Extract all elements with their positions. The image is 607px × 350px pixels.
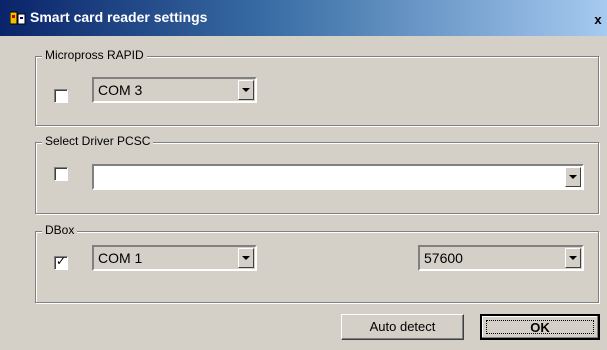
checkmark-icon: ✓ bbox=[56, 254, 67, 268]
auto-detect-button[interactable]: Auto detect bbox=[341, 314, 464, 340]
chevron-down-icon[interactable] bbox=[238, 80, 254, 100]
window-title: Smart card reader settings bbox=[30, 9, 208, 25]
group-label-dbox: DBox bbox=[42, 223, 78, 237]
chevron-down-icon[interactable] bbox=[238, 248, 254, 268]
ok-button[interactable]: OK bbox=[480, 314, 600, 340]
chevron-down-icon[interactable] bbox=[565, 248, 581, 268]
title-bar[interactable]: Smart card reader settings x bbox=[0, 0, 607, 36]
chevron-down-icon[interactable] bbox=[565, 167, 581, 187]
dbox-baud-value: 57600 bbox=[424, 250, 463, 266]
dbox-port-select[interactable]: COM 1 bbox=[92, 245, 257, 271]
dbox-port-value: COM 1 bbox=[98, 250, 143, 266]
micropross-port-value: COM 3 bbox=[98, 82, 143, 98]
group-label-pcsc: Select Driver PCSC bbox=[42, 134, 154, 148]
group-label-micropross: Micropross RAPID bbox=[42, 48, 147, 62]
dialog-window: Smart card reader settings x Micropross … bbox=[0, 0, 607, 350]
card-reader-icon bbox=[9, 10, 26, 26]
close-icon[interactable]: x bbox=[589, 12, 607, 28]
dbox-checkbox[interactable]: ✓ bbox=[54, 254, 68, 270]
micropross-port-select[interactable]: COM 3 bbox=[92, 77, 257, 103]
pcsc-driver-select[interactable] bbox=[92, 164, 584, 190]
micropross-checkbox[interactable] bbox=[54, 89, 68, 103]
dbox-baud-select[interactable]: 57600 bbox=[418, 245, 584, 271]
pcsc-checkbox[interactable] bbox=[54, 167, 68, 181]
focus-rectangle bbox=[486, 320, 594, 334]
